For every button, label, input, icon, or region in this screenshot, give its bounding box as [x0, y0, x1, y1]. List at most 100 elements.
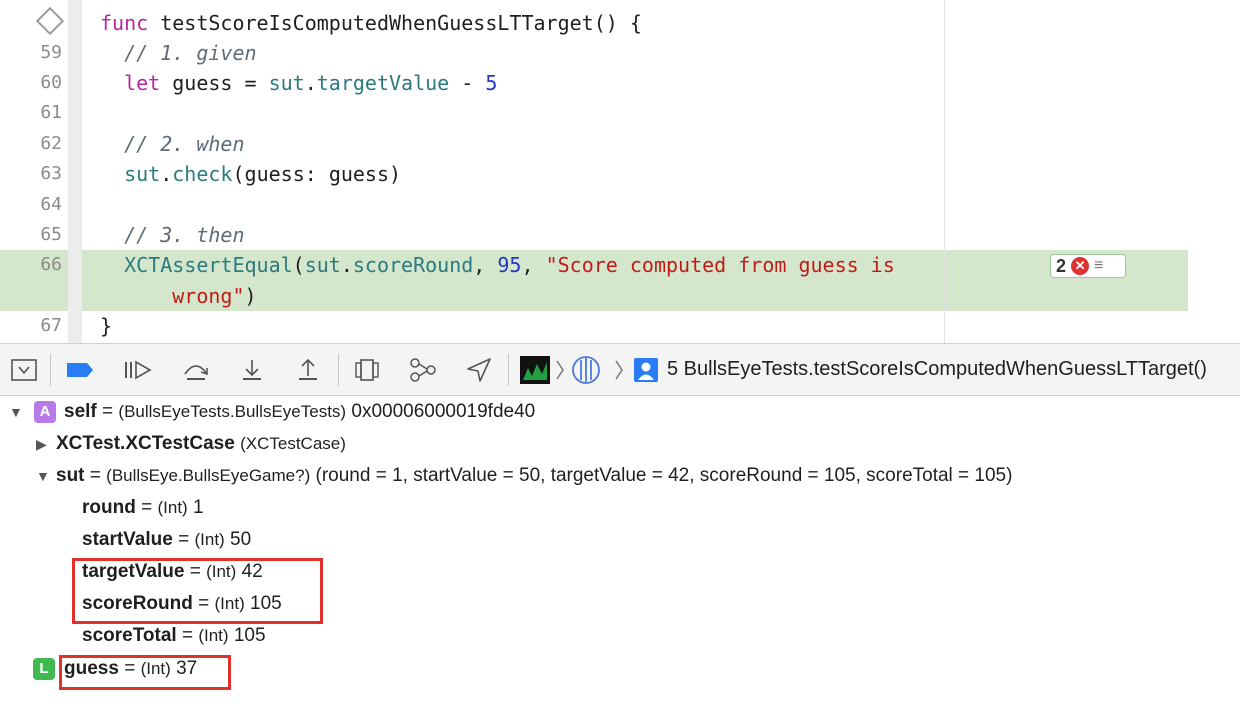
variable-name: scoreTotal [82, 625, 177, 646]
variable-name: startValue [82, 529, 173, 550]
app-icon[interactable] [520, 356, 550, 384]
code-token: ) [244, 284, 257, 308]
code-line[interactable]: 67} [0, 311, 1240, 341]
code-line[interactable]: 60 let guess = sut.targetValue - 5 [0, 68, 1240, 98]
code-token: func [100, 11, 161, 35]
line-number: 65 [40, 224, 62, 245]
code-token: - [449, 71, 486, 95]
variable-value: 50 [230, 529, 252, 550]
code-token: , [521, 253, 546, 277]
step-over-button[interactable] [180, 356, 212, 384]
view-hierarchy-icon [355, 359, 379, 381]
variable-value: 1 [193, 497, 204, 518]
line-number: 67 [40, 315, 62, 336]
variable-row-sut[interactable]: sut = (BullsEye.BullsEyeGame?) (round = … [56, 460, 1012, 492]
variable-row-startvalue[interactable]: startValue = (Int) 50 [82, 524, 251, 556]
debug-toolbar: 5 BullsEyeTests.testScoreIsComputedWhenG… [0, 343, 1240, 396]
line-number: 63 [40, 163, 62, 184]
code-token: // 3. then [100, 223, 245, 247]
code-text: XCTAssertEqual(sut.scoreRound, 95, "Scor… [100, 250, 895, 280]
variable-value: (round = 1, startValue = 50, targetValue… [315, 465, 1013, 486]
source-editor[interactable]: func testScoreIsComputedWhenGuessLTTarge… [0, 0, 1240, 343]
variable-type: (BullsEye.BullsEyeGame?) [106, 466, 311, 485]
breakpoint-icon [67, 363, 93, 377]
code-line[interactable]: 62 // 2. when [0, 129, 1240, 159]
code-text: // 2. when [100, 129, 244, 159]
code-line[interactable]: 63 sut.check(guess: guess) [0, 159, 1240, 189]
step-into-button[interactable] [238, 356, 266, 384]
error-count: 2 [1056, 255, 1067, 276]
disclosure-triangle-expanded-icon[interactable]: ▼ [9, 404, 23, 420]
app-thumbnail-icon [520, 356, 550, 384]
stack-frame-icon [632, 356, 660, 384]
code-token: testScoreIsComputedWhenGuessLTTarget() { [160, 11, 642, 35]
code-text: let guess = sut.targetValue - 5 [100, 68, 497, 98]
debug-view-hierarchy-button[interactable] [352, 356, 382, 384]
hide-panel-icon [11, 359, 37, 381]
code-token: targetValue [316, 71, 450, 95]
code-text: } [100, 311, 112, 341]
person-frame-icon [634, 358, 658, 382]
disclosure-triangle-collapsed-icon[interactable]: ▶ [36, 436, 47, 453]
location-arrow-icon [467, 358, 491, 382]
variable-type: (XCTestCase) [240, 434, 346, 453]
memory-graph-button[interactable] [408, 356, 438, 384]
variable-name: XCTest.XCTestCase [56, 433, 235, 454]
variable-type: (Int) [157, 498, 188, 517]
variable-value: 0x00006000019fde40 [351, 401, 536, 422]
step-over-icon [184, 365, 208, 380]
code-token: . [160, 162, 173, 186]
variable-value: 105 [233, 625, 266, 646]
simulate-location-button[interactable] [464, 356, 494, 384]
line-number: 64 [40, 194, 62, 215]
code-line[interactable]: 59 // 1. given [0, 38, 1240, 68]
code-text: // 3. then [100, 220, 245, 250]
breakpoints-toggle-button[interactable] [64, 356, 96, 384]
separator [338, 354, 339, 386]
variable-row-xctestcase[interactable]: XCTest.XCTestCase (XCTestCase) [56, 428, 346, 460]
local-badge: L [33, 658, 55, 680]
variable-row-round[interactable]: round = (Int) 1 [82, 492, 204, 524]
code-token: 5 [485, 71, 498, 95]
hide-debug-area-button[interactable] [10, 356, 38, 384]
code-token: scoreRound [352, 253, 474, 277]
menu-lines-icon: ≡ [1094, 257, 1104, 274]
line-number: 66 [40, 254, 62, 275]
continue-button[interactable] [122, 356, 154, 384]
memory-graph-icon [410, 358, 436, 382]
line-number: 62 [40, 133, 62, 154]
code-text: func testScoreIsComputedWhenGuessLTTarge… [100, 8, 642, 38]
code-text: wrong") [100, 281, 257, 311]
variable-name: self [64, 401, 97, 422]
disclosure-triangle-expanded-icon[interactable]: ▼ [36, 468, 50, 484]
variable-type: (BullsEyeTests.BullsEyeTests) [118, 402, 347, 421]
code-line[interactable]: 61 [0, 98, 1240, 128]
variable-row-self[interactable]: self = (BullsEyeTests.BullsEyeTests) 0x0… [64, 396, 535, 428]
argument-badge: A [34, 401, 56, 423]
separator [50, 354, 51, 386]
chevron-right-icon [612, 356, 626, 384]
code-token: . [340, 253, 353, 277]
step-out-button[interactable] [294, 356, 322, 384]
code-token: "Score computed from guess is [545, 253, 895, 277]
stack-frame-breadcrumb[interactable]: 5 BullsEyeTests.testScoreIsComputedWhenG… [667, 358, 1207, 381]
code-line[interactable]: wrong") [0, 281, 1240, 311]
code-line[interactable]: 65 // 3. then [0, 220, 1240, 250]
variable-type: (Int) [194, 530, 225, 549]
variable-row-scoretotal[interactable]: scoreTotal = (Int) 105 [82, 620, 266, 652]
annotation-box-guess [59, 655, 231, 690]
variable-type: (Int) [198, 626, 229, 645]
continue-icon [125, 360, 152, 380]
error-badge[interactable]: 2 ✕ ≡ [1050, 254, 1126, 278]
separator [508, 354, 509, 386]
thread-selector[interactable] [570, 356, 602, 384]
code-token: ( [292, 253, 305, 277]
code-text: sut.check(guess: guess) [100, 159, 401, 189]
code-line[interactable]: func testScoreIsComputedWhenGuessLTTarge… [0, 8, 1240, 38]
code-token: 95 [497, 253, 522, 277]
code-token: sut [100, 162, 161, 186]
code-token: // 1. given [100, 41, 257, 65]
code-token: . [304, 71, 317, 95]
code-line[interactable]: 64 [0, 190, 1240, 220]
code-text: // 1. given [100, 38, 257, 68]
